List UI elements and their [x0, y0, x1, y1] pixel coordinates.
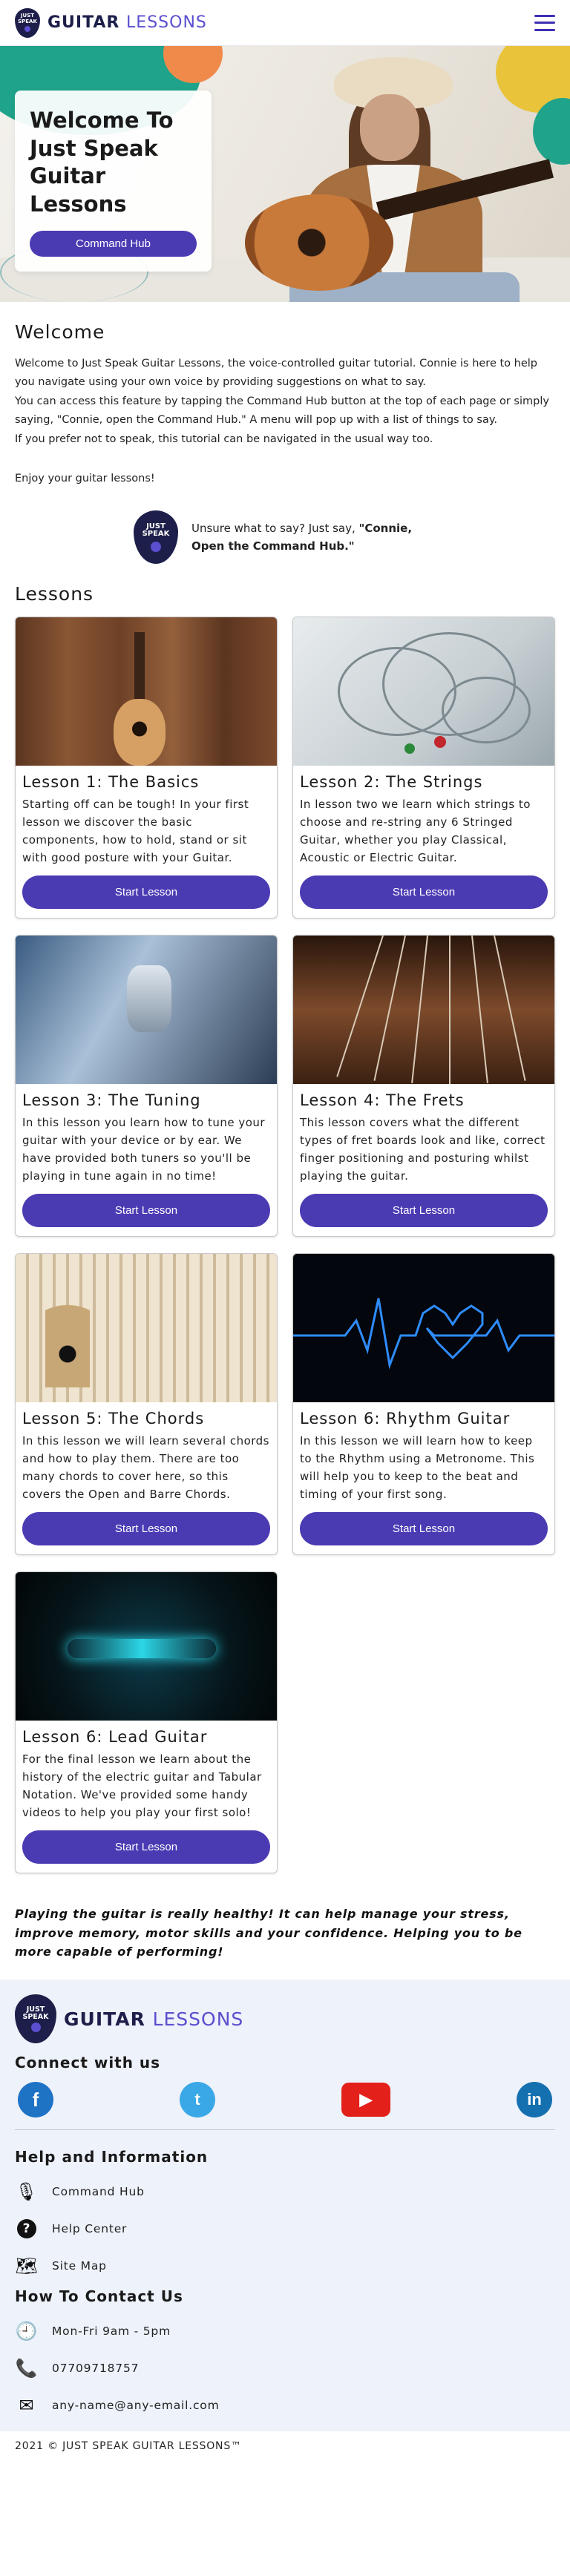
start-lesson-button[interactable]: Start Lesson	[300, 1194, 548, 1228]
start-lesson-button[interactable]: Start Lesson	[300, 1512, 548, 1546]
lessons-grid: Lesson 1: The Basics Starting off can be…	[15, 617, 555, 1874]
welcome-paragraph: Welcome to Just Speak Guitar Lessons, th…	[15, 358, 537, 389]
clock-icon: 🕘	[15, 2321, 39, 2342]
lesson-description: In lesson two we learn which strings to …	[300, 798, 531, 865]
welcome-paragraph: Enjoy your guitar lessons!	[15, 472, 155, 484]
lesson-title: Lesson 6: Rhythm Guitar	[300, 1410, 511, 1428]
health-quote: Playing the guitar is really healthy! It…	[15, 1907, 522, 1959]
logo-line2: SPEAK	[18, 18, 37, 24]
contact-heading: How To Contact Us	[15, 2287, 183, 2306]
map-icon: 🗺	[15, 2255, 39, 2277]
lesson-description: For the final lesson we learn about the …	[22, 1752, 262, 1820]
question-icon: ?	[15, 2219, 39, 2239]
linkedin-icon[interactable]: in	[517, 2082, 552, 2118]
contact-email[interactable]: ✉ any-name@any-email.com	[15, 2387, 555, 2424]
lesson-title: Lesson 4: The Frets	[300, 1091, 465, 1110]
start-lesson-button[interactable]: Start Lesson	[300, 875, 548, 910]
lesson-image-heartbeat	[293, 1254, 554, 1403]
microphone-icon	[30, 2022, 41, 2032]
pick-logo-icon: JUST SPEAK	[15, 1994, 56, 2044]
help-heading: Help and Information	[15, 2148, 209, 2166]
email-icon: ✉	[19, 2395, 35, 2416]
social-links: f t ▶ in	[15, 2079, 555, 2131]
lessons-heading: Lessons	[15, 583, 94, 605]
youtube-icon[interactable]: ▶	[341, 2083, 390, 2117]
lesson-title: Lesson 5: The Chords	[22, 1410, 205, 1428]
start-lesson-button[interactable]: Start Lesson	[22, 1512, 270, 1546]
lesson-image-acoustic-guitar	[16, 617, 277, 766]
connect-heading: Connect with us	[15, 2054, 161, 2072]
lesson-title: Lesson 1: The Basics	[22, 773, 200, 792]
hamburger-menu-icon[interactable]	[534, 14, 555, 31]
lesson-card: Lesson 1: The Basics Starting off can be…	[15, 617, 278, 919]
command-hub-button[interactable]: Command Hub	[30, 230, 197, 257]
welcome-paragraph: You can access this feature by tapping t…	[15, 395, 549, 427]
help-link-help-center[interactable]: ? Help Center	[15, 2210, 555, 2247]
lesson-title: Lesson 6: Lead Guitar	[22, 1728, 208, 1747]
lesson-description: In this lesson you learn how to tune you…	[22, 1116, 266, 1183]
help-links: 🎙 Command Hub ? Help Center 🗺 Site Map	[15, 2173, 555, 2284]
welcome-text: Welcome to Just Speak Guitar Lessons, th…	[15, 355, 555, 488]
brand-name: GUITAR LESSONS	[48, 13, 207, 32]
hero-photo-guitarist	[245, 53, 557, 302]
lesson-image-electric-guitar	[16, 1572, 277, 1721]
lesson-description: In this lesson we will learn several cho…	[22, 1434, 269, 1502]
lesson-image-chord-chart	[16, 1254, 277, 1403]
lesson-title: Lesson 3: The Tuning	[22, 1091, 201, 1110]
site-footer: JUST SPEAK GUITAR LESSONS Connect with u…	[0, 1979, 570, 2432]
start-lesson-button[interactable]: Start Lesson	[22, 1830, 270, 1864]
brand-logo[interactable]: JUST SPEAK GUITAR LESSONS	[15, 7, 207, 38]
lesson-card: Lesson 4: The Frets This lesson covers w…	[292, 935, 555, 1238]
brand-accent: LESSONS	[126, 13, 207, 32]
lesson-card: Lesson 3: The Tuning In this lesson you …	[15, 935, 278, 1238]
lesson-image-strings	[293, 617, 554, 766]
lesson-card: Lesson 6: Lead Guitar For the final less…	[15, 1571, 278, 1874]
lesson-description: This lesson covers what the different ty…	[300, 1116, 546, 1183]
lesson-image-fretboard	[293, 936, 554, 1085]
microphone-icon	[24, 25, 30, 32]
welcome-heading: Welcome	[15, 321, 105, 343]
contact-list: 🕘 Mon-Fri 9am - 5pm 📞 07709718757 ✉ any-nam…	[15, 2313, 555, 2424]
help-link-site-map[interactable]: 🗺 Site Map	[15, 2247, 555, 2284]
copyright: 2021 © JUST SPEAK GUITAR LESSONS™	[15, 2440, 242, 2453]
pick-logo-icon: JUST SPEAK	[134, 510, 178, 565]
welcome-paragraph: If you prefer not to speak, this tutoria…	[15, 433, 433, 445]
lesson-card: Lesson 5: The Chords In this lesson we w…	[15, 1253, 278, 1556]
hero-banner: Welcome To Just Speak Guitar Lessons Com…	[0, 46, 570, 302]
facebook-icon[interactable]: f	[18, 2082, 53, 2118]
brand-name: GUITAR LESSONS	[64, 2008, 244, 2030]
contact-hours: 🕘 Mon-Fri 9am - 5pm	[15, 2321, 171, 2342]
hint-text: Unsure what to say? Just say, "Connie, O…	[191, 521, 413, 553]
lesson-card: Lesson 2: The Strings In lesson two we l…	[292, 617, 555, 919]
lesson-card: Lesson 6: Rhythm Guitar In this lesson w…	[292, 1253, 555, 1556]
hero-card: Welcome To Just Speak Guitar Lessons Com…	[15, 91, 212, 272]
help-link-command-hub[interactable]: 🎙 Command Hub	[15, 2173, 555, 2210]
welcome-section: Welcome Welcome to Just Speak Guitar Les…	[0, 321, 570, 1962]
lesson-description: In this lesson we will learn how to keep…	[300, 1434, 535, 1502]
voice-hint: JUST SPEAK Unsure what to say? Just say,…	[15, 510, 555, 565]
hero-title: Welcome To Just Speak Guitar Lessons	[30, 108, 174, 217]
contact-phone[interactable]: 📞 07709718757	[15, 2350, 555, 2387]
start-lesson-button[interactable]: Start Lesson	[22, 875, 270, 910]
lesson-image-tuning-peg	[16, 936, 277, 1085]
microphone-icon	[151, 541, 161, 552]
footer-brand[interactable]: JUST SPEAK GUITAR LESSONS	[15, 1994, 555, 2044]
microphone-icon: 🎙	[15, 2181, 39, 2203]
lesson-description: Starting off can be tough! In your first…	[22, 798, 249, 865]
brand-main: GUITAR	[48, 13, 120, 32]
twitter-icon[interactable]: t	[180, 2082, 215, 2118]
start-lesson-button[interactable]: Start Lesson	[22, 1194, 270, 1228]
pick-logo-icon: JUST SPEAK	[15, 7, 40, 38]
site-header: JUST SPEAK GUITAR LESSONS	[0, 0, 570, 46]
phone-icon: 📞	[15, 2358, 39, 2379]
lesson-title: Lesson 2: The Strings	[300, 773, 483, 792]
